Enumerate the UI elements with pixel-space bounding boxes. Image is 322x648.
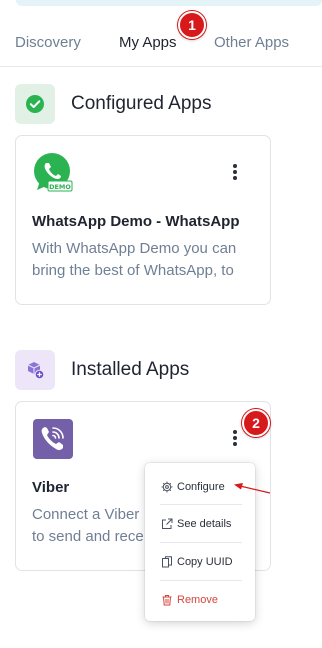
menu-item-configure[interactable]: Configure [160,477,225,497]
menu-divider [160,504,242,505]
whatsapp-logo-text: DEMO [49,183,71,191]
menu-divider [160,542,242,543]
tab-bar: Discovery My Apps Other Apps [0,28,322,58]
menu-item-label: Copy UUID [177,556,233,568]
top-banner-strip [16,0,322,6]
installed-apps-title: Installed Apps [71,359,190,380]
gear-icon [160,480,174,494]
app-description: With WhatsApp Demo you can bring the bes… [32,238,258,282]
external-link-icon [160,517,174,531]
app-card-whatsapp[interactable]: DEMO WhatsApp Demo - WhatsApp With Whats… [15,135,271,305]
configured-apps-header: Configured Apps [15,84,212,124]
trash-icon [160,593,174,607]
app-description-line: bring the best of WhatsApp, to [32,262,234,279]
menu-item-label: Remove [177,594,218,606]
menu-item-copy-uuid[interactable]: Copy UUID [160,552,233,572]
tab-my-apps[interactable]: My Apps [119,34,177,51]
viber-logo [32,418,74,460]
kebab-icon[interactable] [226,429,244,447]
step-marker-1: 1 [178,11,206,39]
installed-apps-header: Installed Apps [15,350,189,390]
tab-other-apps[interactable]: Other Apps [214,34,289,51]
tab-divider [0,66,322,67]
menu-item-label: Configure [177,481,225,493]
check-circle-icon [15,84,55,124]
app-actions-menu: Configure See details Copy UUID Remove [145,463,255,621]
whatsapp-logo: DEMO [32,152,74,194]
menu-divider [160,580,242,581]
copy-icon [160,555,174,569]
menu-item-see-details[interactable]: See details [160,514,231,534]
menu-item-label: See details [177,518,232,530]
app-title: WhatsApp Demo - WhatsApp [32,213,240,230]
step-marker-2: 2 [242,409,270,437]
configured-apps-title: Configured Apps [71,93,212,114]
app-description-line: With WhatsApp Demo you can [32,240,237,257]
menu-item-remove[interactable]: Remove [160,590,218,610]
box-add-icon [15,350,55,390]
tab-discovery[interactable]: Discovery [15,34,81,51]
kebab-icon[interactable] [226,163,244,181]
